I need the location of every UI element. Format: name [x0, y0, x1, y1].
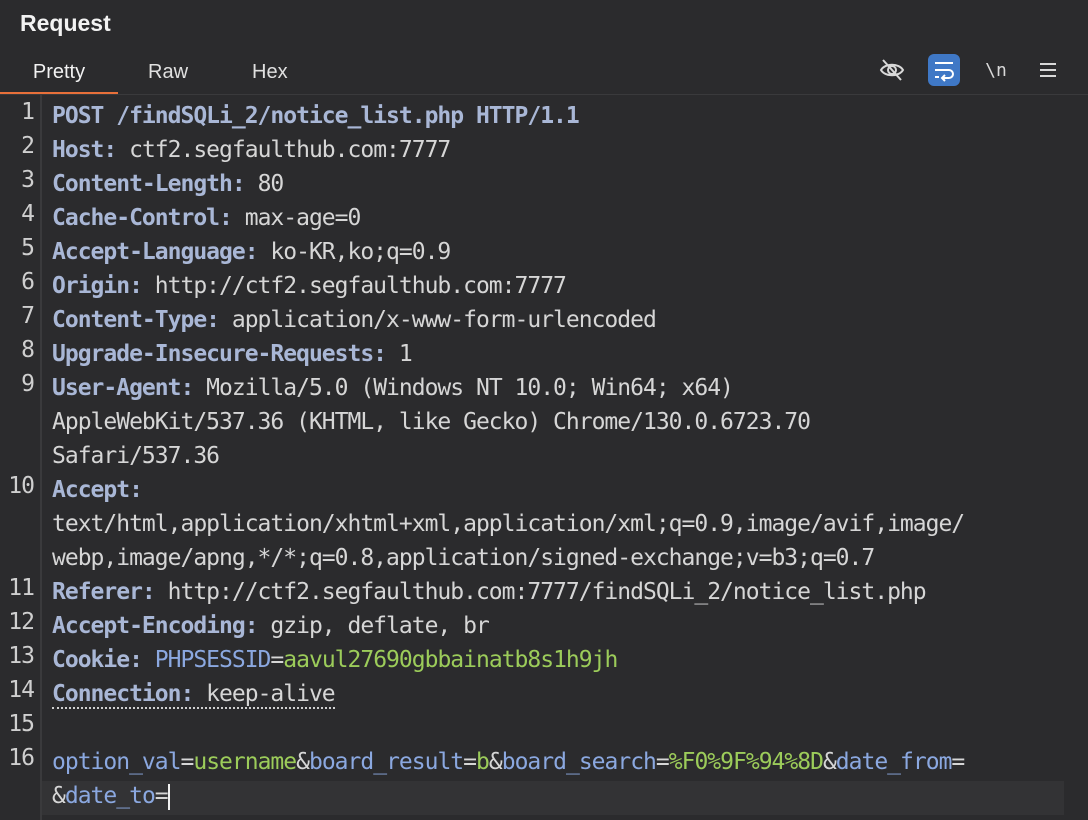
header-value: 1	[386, 341, 413, 367]
line-number: 15	[8, 711, 35, 737]
header-value: max-age=0	[231, 205, 362, 231]
line-number: 16	[8, 745, 35, 771]
line-number: 5	[21, 235, 35, 261]
line-number: 8	[21, 337, 35, 363]
header-value: gzip, deflate, br	[257, 613, 489, 639]
current-line-highlight	[42, 781, 1064, 815]
header-line: Referer: http://ctf2.segfaulthub.com:777…	[52, 575, 927, 609]
header-line: Content-Length: 80	[52, 167, 285, 201]
header-line: Cache-Control: max-age=0	[52, 201, 362, 235]
param-name: date_from	[835, 749, 953, 775]
header-name: Accept-Language:	[52, 239, 259, 265]
header-line: Origin: http://ctf2.segfaulthub.com:7777	[52, 269, 567, 303]
line-number: 6	[21, 269, 35, 295]
header-line: Host: ctf2.segfaulthub.com:7777	[52, 133, 451, 167]
header-line: Connection: keep-alive	[52, 677, 336, 711]
param-name: date_to	[64, 783, 156, 809]
gutter-divider	[40, 95, 42, 820]
line-number: 4	[21, 201, 35, 227]
header-value: ko-KR,ko;q=0.9	[257, 239, 451, 265]
header-line: Accept-Encoding: gzip, deflate, br	[52, 609, 490, 643]
header-name: Host:	[52, 137, 117, 163]
header-value: http://ctf2.segfaulthub.com:7777	[141, 273, 567, 299]
param-name: board_result	[308, 749, 464, 775]
header-line: Upgrade-Insecure-Requests: 1	[52, 337, 413, 371]
param-value: b	[476, 749, 490, 775]
header-name: Referer:	[52, 579, 156, 605]
line-number: 12	[8, 609, 35, 635]
line-number-gutter: 1 2 3 4 5 6 7 8 9 10 11 12 13 14 15 16	[0, 95, 40, 820]
header-name: Cookie:	[52, 647, 143, 673]
text-cursor	[167, 783, 170, 810]
line-number: 7	[21, 303, 35, 329]
header-name: Connection:	[52, 681, 194, 707]
header-line: Accept-Language: ko-KR,ko;q=0.9	[52, 235, 451, 269]
eye-slash-icon[interactable]	[876, 54, 908, 86]
cookie-value: aavul27690gbbainatb8s1h9jh	[283, 647, 618, 673]
line-number: 1	[21, 99, 35, 125]
header-name: User-Agent:	[52, 375, 194, 401]
header-value: 80	[244, 171, 285, 197]
header-continuation: webp,image/apng,*/*;q=0.8,application/si…	[52, 545, 875, 571]
header-line: Accept:	[52, 473, 143, 507]
line-number: 11	[8, 575, 35, 601]
header-name: Cache-Control:	[52, 205, 233, 231]
header-line: User-Agent: Mozilla/5.0 (Windows NT 10.0…	[52, 371, 734, 405]
header-name: Upgrade-Insecure-Requests:	[52, 341, 387, 367]
header-value: application/x-www-form-urlencoded	[219, 307, 657, 333]
text-wrap-icon[interactable]	[928, 54, 960, 86]
body-line: option_val=username&board_result=b&board…	[52, 749, 965, 775]
header-name: Accept-Encoding:	[52, 613, 259, 639]
header-continuation: AppleWebKit/537.36 (KHTML, like Gecko) C…	[52, 409, 811, 435]
line-number: 14	[8, 677, 35, 703]
param-name: board_search	[501, 749, 657, 775]
header-name: Accept:	[52, 477, 143, 503]
request-editor[interactable]: 1 2 3 4 5 6 7 8 9 10 11 12 13 14 15 16 P…	[0, 95, 1088, 820]
line-number: 2	[21, 133, 35, 159]
param-value: %F0%9F%94%8D	[668, 749, 824, 775]
header-value: ctf2.segfaulthub.com:7777	[116, 137, 451, 163]
body-continuation: &date_to=	[52, 783, 170, 810]
header-value: http://ctf2.segfaulthub.com:7777/findSQL…	[154, 579, 927, 605]
panel-title: Request	[20, 10, 111, 36]
hamburger-icon[interactable]	[1032, 54, 1064, 86]
line-number: 9	[21, 371, 35, 397]
tab-raw[interactable]: Raw	[148, 52, 188, 92]
cookie-name: PHPSESSID	[141, 647, 272, 673]
header-line: Cookie: PHPSESSID=aavul27690gbbainatb8s1…	[52, 647, 618, 673]
request-line: POST /findSQLi_2/notice_list.php HTTP/1.…	[52, 103, 580, 129]
header-continuation: Safari/537.36	[52, 443, 220, 469]
header-line: Content-Type: application/x-www-form-url…	[52, 303, 657, 337]
tab-pretty[interactable]: Pretty	[0, 52, 118, 95]
line-number: 3	[21, 167, 35, 193]
header-name: Content-Type:	[52, 307, 220, 333]
show-newlines-button[interactable]: \n	[980, 54, 1012, 86]
header-continuation: text/html,application/xhtml+xml,applicat…	[52, 511, 965, 537]
header-value: Mozilla/5.0 (Windows NT 10.0; Win64; x64…	[193, 375, 734, 401]
line-number: 13	[8, 643, 35, 669]
tab-hex[interactable]: Hex	[252, 52, 288, 92]
header-name: Content-Length:	[52, 171, 246, 197]
param-name: option_val	[52, 749, 181, 775]
param-value: username	[193, 749, 297, 775]
line-number: 10	[8, 473, 35, 499]
header-name: Origin:	[52, 273, 143, 299]
header-value: keep-alive	[193, 681, 335, 707]
